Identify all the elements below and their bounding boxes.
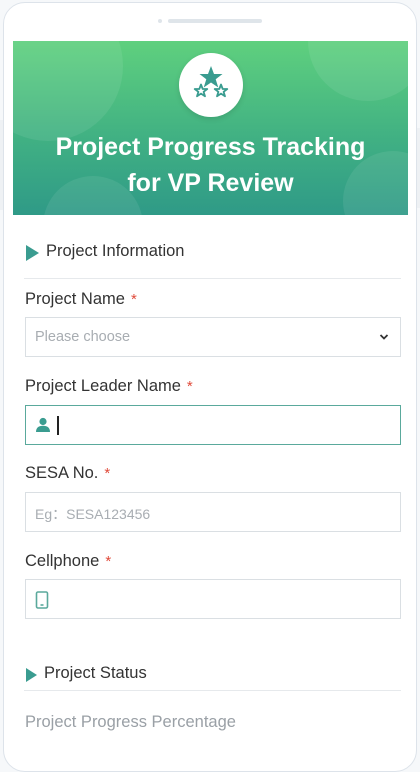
logo	[179, 53, 243, 117]
sesa-no-label-text: SESA No.	[25, 464, 99, 482]
phone-frame: Project Progress Tracking for VP Review …	[3, 2, 417, 772]
user-icon	[36, 417, 50, 432]
required-mark: *	[130, 291, 137, 308]
page-title-line1: Project Progress Tracking	[55, 133, 366, 161]
required-mark: *	[104, 465, 111, 482]
project-leader-name-input[interactable]	[25, 405, 401, 445]
project-progress-percentage-label: Project Progress Percentage	[25, 713, 236, 731]
page-title: Project Progress Tracking for VP Review	[13, 129, 408, 201]
header-bubble	[308, 41, 408, 101]
project-name-placeholder: Please choose	[35, 329, 131, 345]
form-header: Project Progress Tracking for VP Review	[13, 41, 408, 215]
header-bubble	[13, 41, 123, 141]
sesa-no-label: SESA No. *	[25, 464, 110, 483]
chevron-down-icon	[379, 334, 389, 340]
section-marker-icon	[26, 245, 39, 261]
phone-icon	[35, 591, 49, 609]
project-name-label: Project Name *	[25, 290, 137, 309]
sesa-no-placeholder: Eg：SESA123456	[35, 506, 151, 522]
page-title-line2: for VP Review	[127, 169, 294, 197]
project-name-select[interactable]: Please choose	[25, 317, 401, 357]
section-project-status: Project Status	[24, 663, 401, 691]
cellphone-label: Cellphone *	[25, 552, 111, 571]
section-project-information: Project Information	[24, 241, 401, 279]
project-leader-name-label: Project Leader Name *	[25, 377, 193, 396]
speaker-notch	[158, 19, 262, 23]
section-title: Project Information	[46, 242, 185, 260]
text-cursor	[57, 416, 59, 435]
cellphone-input[interactable]	[25, 579, 401, 619]
section-title: Project Status	[44, 664, 147, 682]
project-leader-name-label-text: Project Leader Name	[25, 377, 181, 395]
project-name-label-text: Project Name	[25, 290, 125, 308]
sesa-no-input[interactable]: Eg：SESA123456	[25, 492, 401, 532]
cellphone-label-text: Cellphone	[25, 552, 100, 570]
stars-icon	[193, 66, 229, 98]
required-mark: *	[186, 378, 193, 395]
required-mark: *	[105, 553, 112, 570]
section-marker-icon	[26, 668, 37, 682]
